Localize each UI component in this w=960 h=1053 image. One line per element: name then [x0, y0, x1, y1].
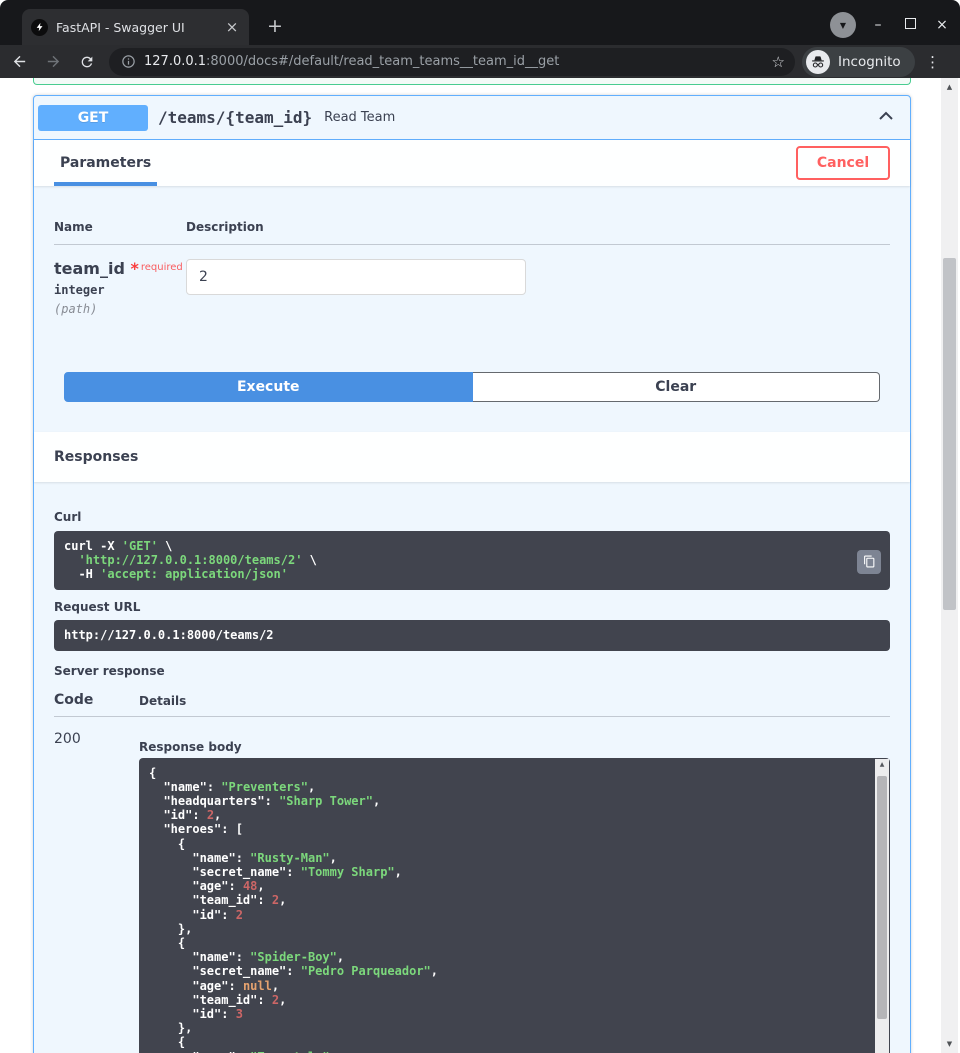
- responses-section: Curl curl -X 'GET' \ 'http://127.0.0.1:8…: [34, 482, 910, 1053]
- endpoint-path: /teams/{team_id}: [158, 108, 312, 127]
- description-column-header: Description: [186, 220, 264, 234]
- reload-button[interactable]: [72, 49, 102, 75]
- back-button[interactable]: [4, 49, 34, 75]
- page-scrollbar[interactable]: ▲ ▼: [941, 78, 958, 1053]
- page-scroll-up-icon[interactable]: ▲: [941, 83, 958, 91]
- browser-tabstrip: FastAPI - Swagger UI × + ▼ – ×: [0, 0, 960, 45]
- tab-title: FastAPI - Swagger UI: [56, 20, 223, 35]
- parameters-section: Name Description team_id *required integ…: [34, 186, 910, 432]
- scroll-up-icon[interactable]: ▲: [875, 761, 889, 768]
- required-label: required: [141, 262, 183, 273]
- swagger-page: GET /teams/{team_id} Read Team Parameter…: [0, 78, 941, 1053]
- browser-tab[interactable]: FastAPI - Swagger UI ×: [22, 9, 249, 45]
- previous-endpoint-edge: [33, 78, 911, 85]
- responses-heading: Responses: [54, 449, 138, 465]
- parameters-header: Parameters Cancel: [34, 140, 910, 186]
- address-bar[interactable]: 127.0.0.1:8000/docs#/default/read_team_t…: [109, 48, 795, 76]
- window-maximize-button[interactable]: [900, 17, 920, 33]
- url-path: :8000/docs#/default/read_team_teams__tea…: [206, 54, 559, 69]
- browser-menu-icon[interactable]: ⋮: [925, 53, 941, 71]
- param-type: integer: [54, 283, 186, 297]
- request-url-value: http://127.0.0.1:8000/teams/2: [54, 620, 890, 651]
- incognito-label: Incognito: [838, 54, 901, 70]
- param-location: (path): [54, 302, 186, 316]
- endpoint-summary: Read Team: [324, 110, 395, 125]
- parameter-row: team_id *required integer (path): [54, 245, 890, 316]
- details-column-header: Details: [139, 694, 186, 708]
- tab-close-icon[interactable]: ×: [223, 18, 241, 36]
- endpoint-summary-bar[interactable]: GET /teams/{team_id} Read Team: [34, 96, 910, 140]
- request-url-label: Request URL: [54, 600, 890, 614]
- incognito-icon: [806, 50, 830, 74]
- responses-header: Responses: [34, 432, 910, 482]
- cancel-button[interactable]: Cancel: [796, 146, 890, 180]
- response-code: 200: [54, 731, 139, 1053]
- incognito-badge: Incognito: [802, 47, 915, 77]
- window-close-button[interactable]: ×: [932, 17, 952, 33]
- execute-button[interactable]: Execute: [64, 372, 473, 402]
- window-minimize-button[interactable]: –: [868, 17, 888, 33]
- tab-search-icon[interactable]: ▼: [830, 12, 856, 38]
- curl-label: Curl: [54, 510, 890, 524]
- tab-parameters[interactable]: Parameters: [54, 140, 157, 186]
- response-row: 200 Response body { "name": "Preventers"…: [54, 717, 890, 1053]
- method-badge: GET: [38, 105, 148, 131]
- site-info-icon[interactable]: [121, 54, 136, 69]
- required-asterisk: *: [130, 259, 138, 278]
- new-tab-button[interactable]: +: [262, 14, 288, 40]
- code-column-header: Code: [54, 692, 139, 708]
- page-scrollbar-thumb[interactable]: [943, 258, 956, 610]
- curl-command: curl -X 'GET' \ 'http://127.0.0.1:8000/t…: [54, 531, 890, 590]
- response-body-label: Response body: [139, 740, 890, 754]
- browser-toolbar: 127.0.0.1:8000/docs#/default/read_team_t…: [0, 45, 960, 78]
- parameters-tab-label: Parameters: [60, 155, 151, 171]
- forward-button[interactable]: [38, 49, 68, 75]
- url-text: 127.0.0.1:8000/docs#/default/read_team_t…: [144, 54, 764, 69]
- bookmark-star-icon[interactable]: ☆: [772, 53, 785, 71]
- maximize-icon: [905, 18, 916, 29]
- response-body-json: { "name": "Preventers", "headquarters": …: [139, 758, 890, 1053]
- url-host: 127.0.0.1: [144, 54, 206, 69]
- clear-button[interactable]: Clear: [473, 372, 881, 402]
- name-column-header: Name: [54, 220, 186, 234]
- response-body-scrollbar[interactable]: ▲: [875, 759, 889, 1053]
- copy-button[interactable]: [857, 550, 881, 574]
- param-name: team_id *required: [54, 259, 186, 278]
- response-scrollbar-thumb[interactable]: [877, 776, 887, 1019]
- server-response-label: Server response: [54, 664, 890, 678]
- fastapi-favicon-icon: [31, 19, 48, 36]
- team-id-input[interactable]: [186, 259, 526, 295]
- page-scroll-down-icon[interactable]: ▼: [941, 1040, 958, 1048]
- collapse-chevron-icon[interactable]: [876, 106, 896, 130]
- opblock-get-teams: GET /teams/{team_id} Read Team Parameter…: [33, 95, 911, 1053]
